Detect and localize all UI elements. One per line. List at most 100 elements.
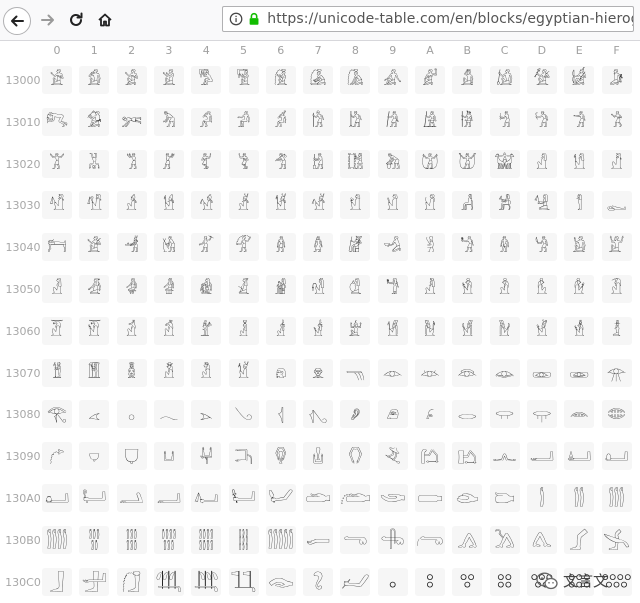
glyph-cell[interactable]: 𓂯: [601, 484, 632, 512]
glyph-cell[interactable]: 𓂨: [340, 484, 371, 512]
glyph-cell[interactable]: 𓂙: [377, 442, 408, 471]
glyph-cell[interactable]: 𓁉: [377, 233, 408, 262]
glyph-cell[interactable]: 𓀼: [489, 191, 520, 220]
glyph-cell[interactable]: 𓀧: [303, 149, 334, 178]
glyph-cell[interactable]: 𓂒: [116, 442, 147, 471]
glyph-cell[interactable]: 𓀚: [415, 107, 445, 136]
glyph-cell[interactable]: 𓁓: [153, 275, 184, 303]
glyph-cell[interactable]: 𓀽: [526, 191, 557, 220]
glyph-cell[interactable]: 𓁑: [79, 275, 110, 303]
glyph-cell[interactable]: 𓁹: [377, 358, 408, 387]
glyph-cell[interactable]: 𓁰: [42, 358, 72, 387]
glyph-cell[interactable]: 𓁿: [601, 358, 632, 387]
glyph-cell[interactable]: 𓁧: [303, 316, 334, 345]
glyph-cell[interactable]: 𓀉: [377, 66, 408, 94]
glyph-cell[interactable]: 𓁺: [415, 358, 445, 387]
glyph-cell[interactable]: 𓀪: [415, 149, 445, 178]
glyph-cell[interactable]: 𓂶: [265, 525, 296, 554]
glyph-cell[interactable]: 𓀕: [228, 107, 259, 136]
glyph-cell[interactable]: 𓀾: [564, 191, 595, 220]
glyph-cell[interactable]: 𓁲: [116, 358, 147, 387]
glyph-cell[interactable]: 𓁮: [564, 316, 595, 345]
glyph-cell[interactable]: 𓀮: [564, 149, 595, 178]
glyph-cell[interactable]: 𓁭: [526, 316, 557, 345]
glyph-cell[interactable]: 𓂸: [340, 525, 371, 554]
glyph-cell[interactable]: 𓁛: [452, 275, 483, 303]
glyph-cell[interactable]: 𓃇: [303, 567, 334, 596]
glyph-cell[interactable]: 𓀎: [564, 66, 595, 94]
glyph-cell[interactable]: 𓀣: [153, 149, 184, 178]
glyph-cell[interactable]: 𓀒: [116, 107, 147, 136]
glyph-cell[interactable]: 𓀸: [340, 191, 371, 220]
glyph-cell[interactable]: 𓀫: [452, 149, 483, 178]
glyph-cell[interactable]: 𓂂: [116, 400, 147, 429]
glyph-cell[interactable]: 𓀔: [191, 107, 222, 136]
glyph-cell[interactable]: 𓂺: [415, 525, 445, 554]
glyph-cell[interactable]: 𓂣: [153, 484, 184, 512]
glyph-cell[interactable]: 𓁀: [42, 233, 72, 262]
glyph-cell[interactable]: 𓂱: [79, 525, 110, 554]
glyph-cell[interactable]: 𓃉: [377, 567, 408, 596]
glyph-cell[interactable]: 𓁇: [303, 233, 334, 262]
glyph-cell[interactable]: 𓁫: [452, 316, 483, 345]
glyph-cell[interactable]: 𓁎: [564, 233, 595, 262]
glyph-cell[interactable]: 𓂌: [489, 400, 520, 429]
glyph-cell[interactable]: 𓂝: [526, 442, 557, 471]
glyph-cell[interactable]: 𓀷: [303, 191, 334, 220]
glyph-cell[interactable]: 𓂗: [303, 442, 334, 471]
glyph-cell[interactable]: 𓀯: [601, 149, 632, 178]
glyph-cell[interactable]: 𓁘: [340, 275, 371, 303]
glyph-cell[interactable]: 𓂭: [526, 484, 557, 512]
glyph-cell[interactable]: 𓀡: [79, 149, 110, 178]
glyph-cell[interactable]: 𓀥: [228, 149, 259, 178]
glyph-cell[interactable]: 𓂅: [228, 400, 259, 429]
forward-button[interactable]: [35, 7, 61, 33]
glyph-cell[interactable]: 𓂾: [564, 525, 595, 554]
glyph-cell[interactable]: 𓃁: [79, 567, 110, 596]
glyph-cell[interactable]: 𓂟: [601, 442, 632, 471]
home-button[interactable]: [92, 7, 118, 33]
reload-button[interactable]: [63, 7, 89, 33]
glyph-cell[interactable]: 𓂠: [42, 484, 72, 512]
glyph-cell[interactable]: 𓀭: [526, 149, 557, 178]
glyph-cell[interactable]: 𓂡: [79, 484, 110, 512]
glyph-cell[interactable]: 𓀠: [42, 149, 72, 178]
glyph-cell[interactable]: 𓀶: [265, 191, 296, 220]
glyph-cell[interactable]: 𓁳: [153, 358, 184, 387]
glyph-cell[interactable]: 𓂵: [228, 525, 259, 554]
glyph-cell[interactable]: 𓀺: [415, 191, 445, 220]
glyph-cell[interactable]: 𓀌: [489, 66, 520, 94]
glyph-cell[interactable]: 𓃊: [415, 567, 445, 596]
glyph-cell[interactable]: 𓁍: [526, 233, 557, 262]
glyph-cell[interactable]: 𓀨: [340, 149, 371, 178]
glyph-cell[interactable]: 𓂥: [228, 484, 259, 512]
glyph-cell[interactable]: 𓁞: [564, 275, 595, 303]
glyph-cell[interactable]: 𓀱: [79, 191, 110, 220]
glyph-cell[interactable]: 𓂏: [601, 400, 632, 429]
glyph-cell[interactable]: 𓀿: [601, 191, 632, 220]
glyph-cell[interactable]: 𓂬: [489, 484, 520, 512]
glyph-cell[interactable]: 𓀛: [452, 107, 483, 136]
glyph-cell[interactable]: 𓀊: [415, 66, 445, 94]
glyph-cell[interactable]: 𓁌: [489, 233, 520, 262]
glyph-cell[interactable]: 𓁶: [265, 358, 296, 387]
glyph-cell[interactable]: 𓁆: [265, 233, 296, 262]
glyph-cell[interactable]: 𓃃: [153, 567, 184, 596]
glyph-cell[interactable]: 𓂎: [564, 400, 595, 429]
glyph-cell[interactable]: 𓂉: [377, 400, 408, 429]
glyph-cell[interactable]: 𓁁: [79, 233, 110, 262]
glyph-cell[interactable]: 𓀳: [153, 191, 184, 220]
glyph-cell[interactable]: 𓂲: [116, 525, 147, 554]
glyph-cell[interactable]: 𓁙: [377, 275, 408, 303]
glyph-cell[interactable]: 𓁾: [564, 358, 595, 387]
glyph-cell[interactable]: 𓂩: [377, 484, 408, 512]
glyph-cell[interactable]: 𓃀: [42, 567, 72, 596]
glyph-cell[interactable]: 𓁥: [228, 316, 259, 345]
glyph-cell[interactable]: 𓂹: [377, 525, 408, 554]
glyph-cell[interactable]: 𓀄: [191, 66, 222, 94]
glyph-cell[interactable]: 𓁂: [116, 233, 147, 262]
glyph-cell[interactable]: 𓂀: [42, 400, 72, 429]
glyph-cell[interactable]: 𓂴: [191, 525, 222, 554]
glyph-cell[interactable]: 𓁜: [489, 275, 520, 303]
glyph-cell[interactable]: 𓁃: [153, 233, 184, 262]
